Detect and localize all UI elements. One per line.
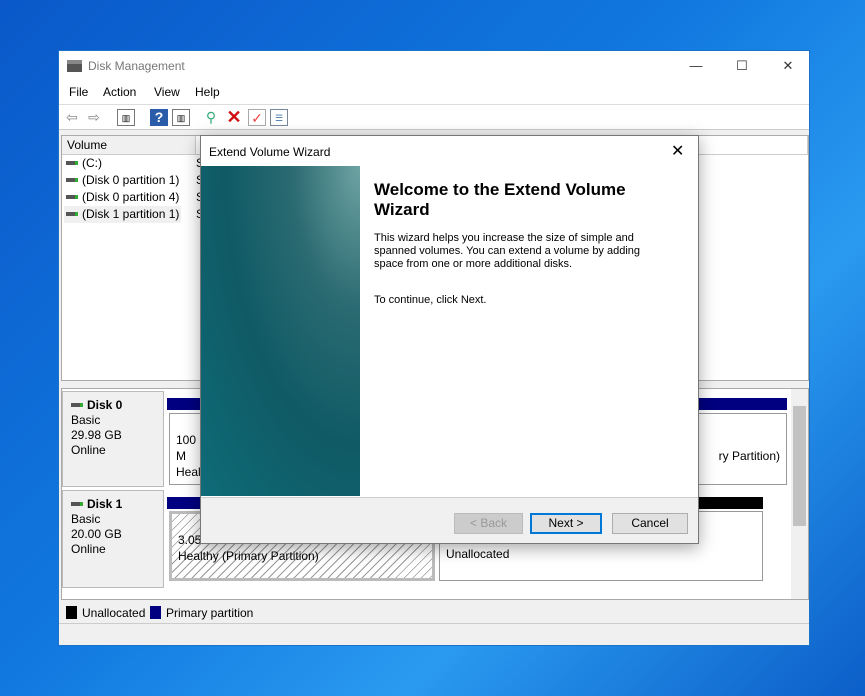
dialog-close-button[interactable]: ✕ xyxy=(671,141,684,161)
volume-name: (C:) xyxy=(82,156,102,170)
list-icon[interactable]: ☰ xyxy=(270,109,288,126)
partition-size: 100 M xyxy=(176,433,197,463)
drive-icon xyxy=(66,160,78,165)
menu-action[interactable]: Action xyxy=(103,85,136,99)
drive-icon xyxy=(66,211,78,216)
menu-view[interactable]: View xyxy=(154,85,180,99)
toolbar: ⇦ ⇨ ▥ ? ▥ ⚲ ✕ ✓ ☰ xyxy=(59,104,809,130)
legend: Unallocated Primary partition xyxy=(61,603,809,623)
column-volume[interactable]: Volume xyxy=(62,136,196,155)
close-button[interactable]: ✕ xyxy=(765,51,811,81)
disk-size: 20.00 GB xyxy=(71,527,122,541)
disk-status: Online xyxy=(71,443,106,457)
wizard-continue-text: To continue, click Next. xyxy=(374,294,487,306)
disk-type: Basic xyxy=(71,413,101,427)
disk-icon xyxy=(71,402,83,407)
disk-status: Online xyxy=(71,542,106,556)
minimize-button[interactable]: — xyxy=(673,51,719,81)
disk-management-icon xyxy=(67,60,82,72)
extend-volume-wizard-dialog: Extend Volume Wizard ✕ Welcome to the Ex… xyxy=(200,135,699,544)
dialog-title: Extend Volume Wizard xyxy=(209,145,331,159)
menu-help[interactable]: Help xyxy=(195,85,220,99)
disk-type: Basic xyxy=(71,512,101,526)
next-button[interactable]: Next > xyxy=(530,513,602,534)
list-row[interactable]: (Disk 0 partition 1)S xyxy=(64,172,204,189)
maximize-button[interactable]: ☐ xyxy=(719,51,765,81)
volume-name: (Disk 0 partition 1) xyxy=(82,173,180,187)
window-title: Disk Management xyxy=(88,59,185,73)
drive-icon xyxy=(66,194,78,199)
check-icon[interactable]: ✓ xyxy=(248,109,266,126)
delete-icon[interactable]: ✕ xyxy=(225,108,243,126)
legend-unallocated: Unallocated xyxy=(82,606,146,620)
list-row[interactable]: (Disk 1 partition 1)S xyxy=(64,206,204,223)
partition-status: ry Partition) xyxy=(718,449,780,463)
legend-primary: Primary partition xyxy=(166,606,254,620)
wizard-banner-image xyxy=(201,166,360,496)
unallocated-swatch xyxy=(66,606,77,619)
help-icon[interactable]: ? xyxy=(150,109,168,126)
properties-icon[interactable]: ▥ xyxy=(172,109,190,126)
partition-box[interactable]: ry Partition) xyxy=(692,413,787,485)
scrollbar-thumb[interactable] xyxy=(793,406,806,526)
console-tree-icon[interactable]: ▥ xyxy=(117,109,135,126)
menu-file[interactable]: File xyxy=(69,85,88,99)
list-row[interactable]: (C:)S xyxy=(64,155,204,172)
disk-size: 29.98 GB xyxy=(71,428,122,442)
disk-1-label[interactable]: Disk 1 Basic 20.00 GB Online xyxy=(62,490,164,588)
list-row[interactable]: (Disk 0 partition 4)S xyxy=(64,189,204,206)
back-button[interactable]: < Back xyxy=(454,513,523,534)
menu-bar: File Action View Help xyxy=(59,81,809,104)
forward-icon[interactable]: ⇨ xyxy=(85,109,103,126)
disk-icon xyxy=(71,501,83,506)
disk-0-label[interactable]: Disk 0 Basic 29.98 GB Online xyxy=(62,391,164,487)
title-bar: Disk Management — ☐ ✕ xyxy=(59,51,809,81)
volume-name: (Disk 0 partition 4) xyxy=(82,190,180,204)
disk-name: Disk 0 xyxy=(87,398,123,412)
dialog-footer: < Back Next > Cancel xyxy=(201,497,698,543)
scrollbar[interactable] xyxy=(791,389,808,599)
status-bar xyxy=(59,623,809,646)
back-icon[interactable]: ⇦ xyxy=(63,109,81,126)
volume-name: (Disk 1 partition 1) xyxy=(82,207,180,221)
partition-status: Unallocated xyxy=(446,547,510,561)
connect-icon[interactable]: ⚲ xyxy=(202,109,220,126)
wizard-description: This wizard helps you increase the size … xyxy=(374,232,641,270)
drive-icon xyxy=(66,177,78,182)
cancel-button[interactable]: Cancel xyxy=(612,513,688,534)
partition-status: Healthy (Primary Partition) xyxy=(178,549,319,563)
wizard-heading: Welcome to the Extend Volume Wizard xyxy=(374,180,626,219)
disk-name: Disk 1 xyxy=(87,497,123,511)
primary-swatch xyxy=(150,606,161,619)
